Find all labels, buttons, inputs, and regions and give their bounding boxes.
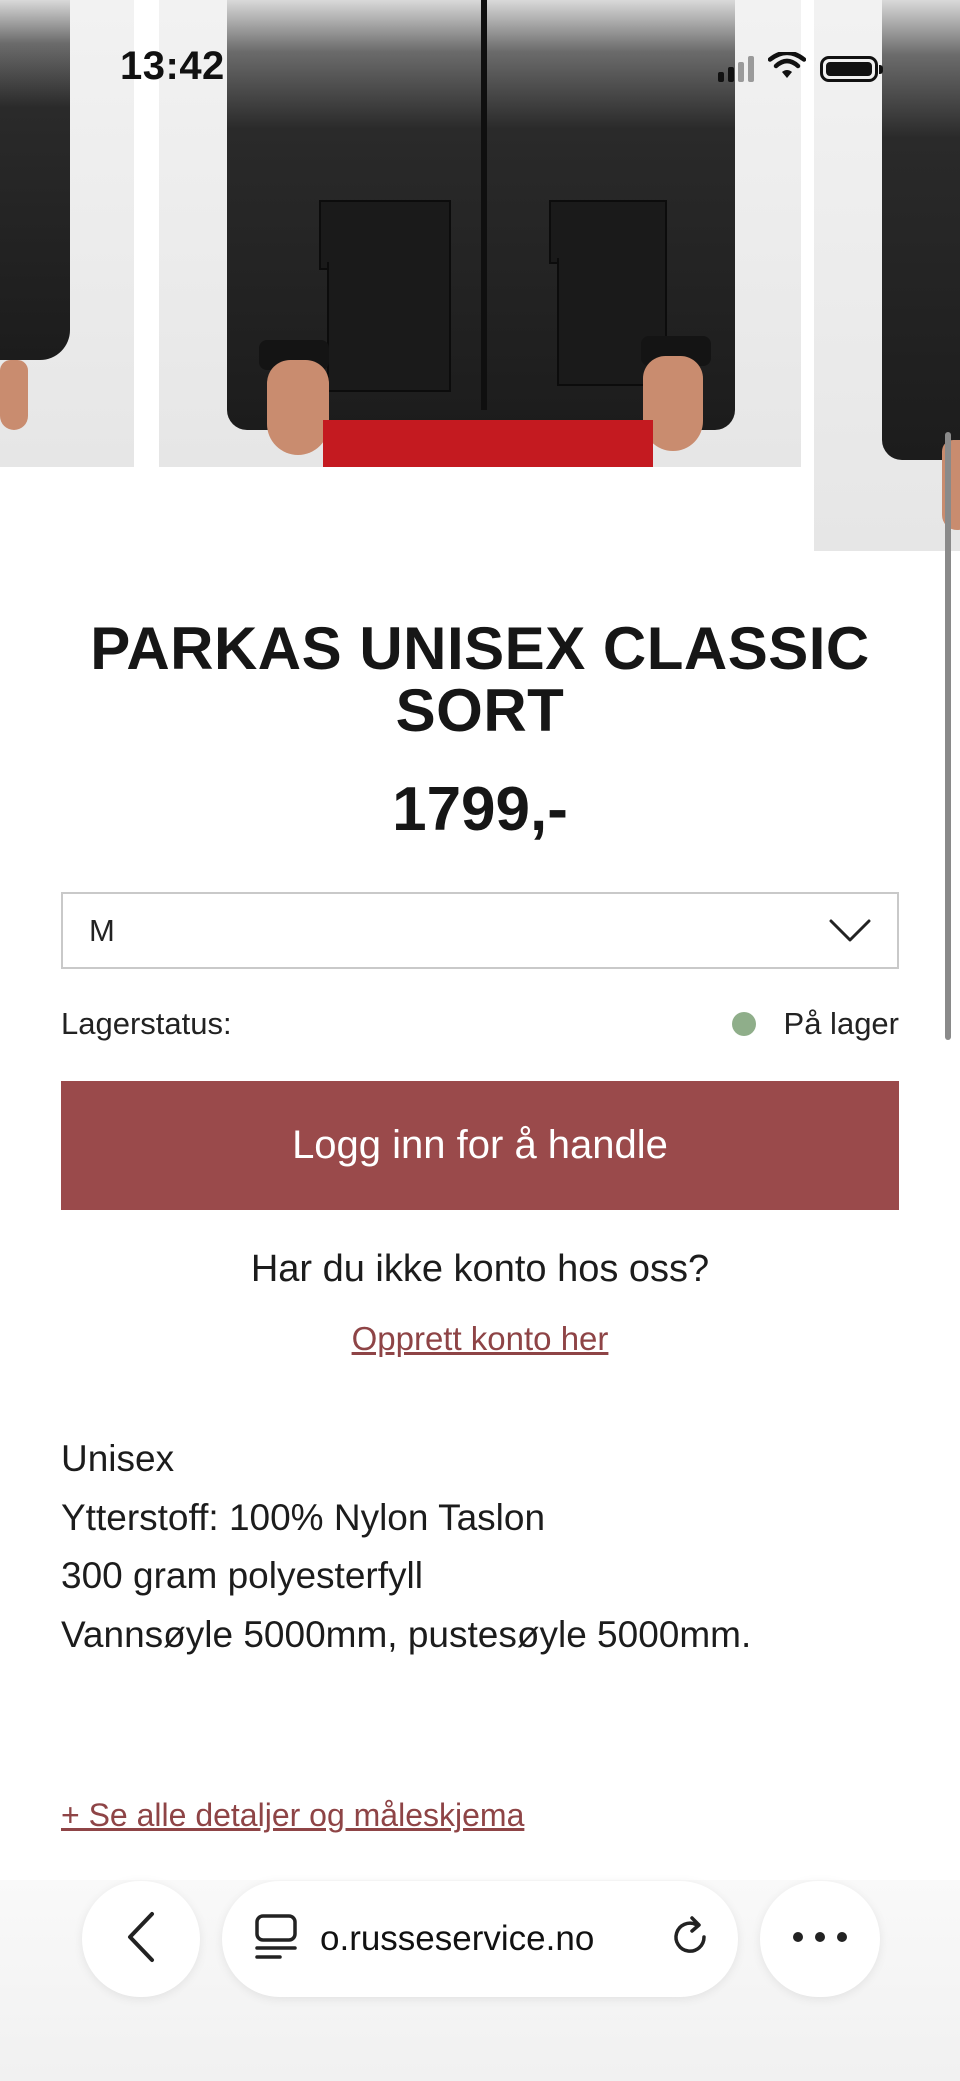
login-to-shop-button[interactable]: Logg inn for å handle: [61, 1081, 899, 1210]
address-bar-url[interactable]: o.russeservice.no: [320, 1919, 668, 1959]
battery-icon: [820, 55, 883, 82]
wifi-icon: [767, 50, 807, 85]
size-select[interactable]: M: [61, 892, 899, 969]
chevron-left-icon: [126, 1911, 156, 1968]
chevron-down-icon: [829, 919, 871, 943]
stock-status-label: Lagerstatus:: [61, 1006, 232, 1041]
description-line: Ytterstoff: 100% Nylon Taslon: [61, 1496, 546, 1538]
description-line: 300 gram polyesterfyll: [61, 1555, 423, 1596]
in-stock-indicator-icon: [731, 1012, 756, 1036]
details-and-size-chart-link[interactable]: + Se alle detaljer og måleskjema: [61, 1797, 524, 1834]
ellipsis-icon: [792, 1930, 848, 1948]
status-bar-icons: [718, 50, 883, 85]
size-select-value: M: [89, 912, 115, 948]
page-menu-icon[interactable]: [254, 1913, 298, 1966]
stock-status-value: På lager: [783, 1006, 899, 1041]
carousel-image-previous[interactable]: [0, 0, 134, 467]
address-bar[interactable]: o.russeservice.no: [222, 1881, 738, 1997]
stock-status-row: Lagerstatus: På lager: [61, 1006, 899, 1042]
more-options-button[interactable]: [760, 1881, 880, 1997]
no-account-text: Har du ikke konto hos oss?: [250, 1248, 710, 1290]
product-description: Unisex Ytterstoff: 100% Nylon Taslon 300…: [61, 1430, 899, 1664]
status-bar-time: 13:42: [120, 44, 225, 88]
reload-icon[interactable]: [668, 1915, 712, 1964]
product-title: PARKAS UNISEX CLASSIC SORT: [90, 615, 870, 744]
cellular-signal-icon: [718, 55, 754, 82]
product-price: 1799,-: [392, 775, 568, 844]
create-account-link[interactable]: Opprett konto her: [61, 1320, 899, 1358]
back-button[interactable]: [82, 1881, 200, 1997]
description-line: Unisex: [61, 1438, 175, 1479]
carousel-image-current[interactable]: [159, 0, 801, 467]
page-scrollbar[interactable]: [945, 432, 951, 1040]
description-line: Vannsøyle 5000mm, pustesøyle 5000mm.: [61, 1613, 752, 1655]
